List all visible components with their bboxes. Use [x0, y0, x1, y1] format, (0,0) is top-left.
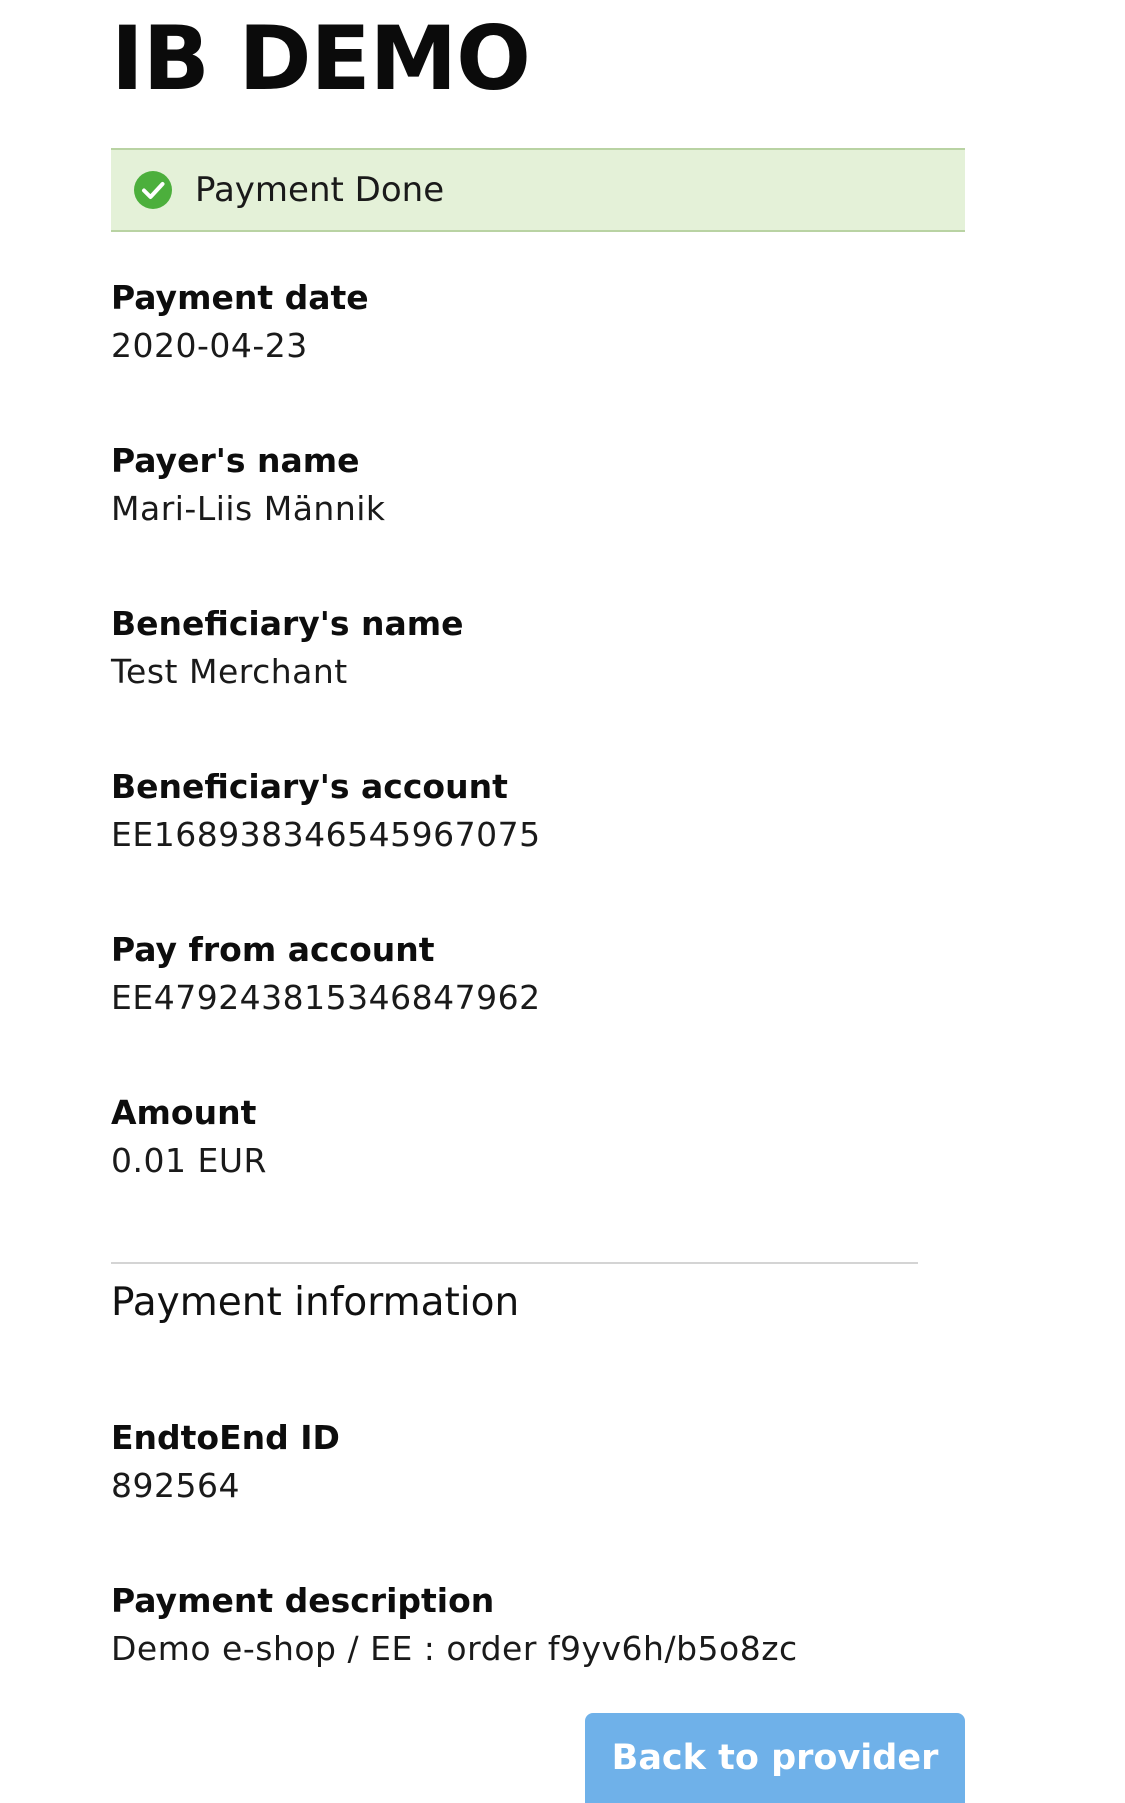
field-value: EE168938346545967075 [111, 815, 541, 854]
field-beneficiary-name: Beneficiary's name Test Merchant [111, 604, 1011, 692]
field-label: Beneficiary's account [111, 767, 508, 806]
field-payment-description: Payment description Demo e-shop / EE : o… [111, 1581, 1011, 1669]
status-text: Payment Done [195, 170, 445, 210]
section-divider [111, 1262, 918, 1264]
field-label: Amount [111, 1093, 257, 1132]
payment-information-title: Payment information [111, 1280, 520, 1325]
back-to-provider-button[interactable]: Back to provider [585, 1713, 965, 1803]
field-value: 892564 [111, 1466, 240, 1505]
field-pay-from-account: Pay from account EE479243815346847962 [111, 930, 1011, 1018]
field-value: Demo e-shop / EE : order f9yv6h/b5o8zc [111, 1629, 798, 1668]
field-label: Payment date [111, 278, 369, 317]
field-value: Mari-Liis Männik [111, 489, 386, 528]
field-value: EE479243815346847962 [111, 978, 541, 1017]
field-value: 2020-04-23 [111, 326, 308, 365]
field-label: Payer's name [111, 441, 360, 480]
field-label: EndtoEnd ID [111, 1418, 340, 1457]
field-payer-name: Payer's name Mari-Liis Männik [111, 441, 1011, 529]
field-value: Test Merchant [111, 652, 348, 691]
field-value: 0.01 EUR [111, 1141, 267, 1180]
field-label: Payment description [111, 1581, 495, 1620]
check-circle-icon [134, 171, 172, 209]
field-label: Pay from account [111, 930, 435, 969]
status-banner: Payment Done [111, 148, 965, 232]
field-end-to-end-id: EndtoEnd ID 892564 [111, 1418, 1011, 1506]
brand-title: IB DEMO [111, 7, 531, 110]
field-amount: Amount 0.01 EUR [111, 1093, 1011, 1181]
field-label: Beneficiary's name [111, 604, 464, 643]
field-beneficiary-account: Beneficiary's account EE1689383465459670… [111, 767, 1011, 855]
field-payment-date: Payment date 2020-04-23 [111, 278, 1011, 366]
